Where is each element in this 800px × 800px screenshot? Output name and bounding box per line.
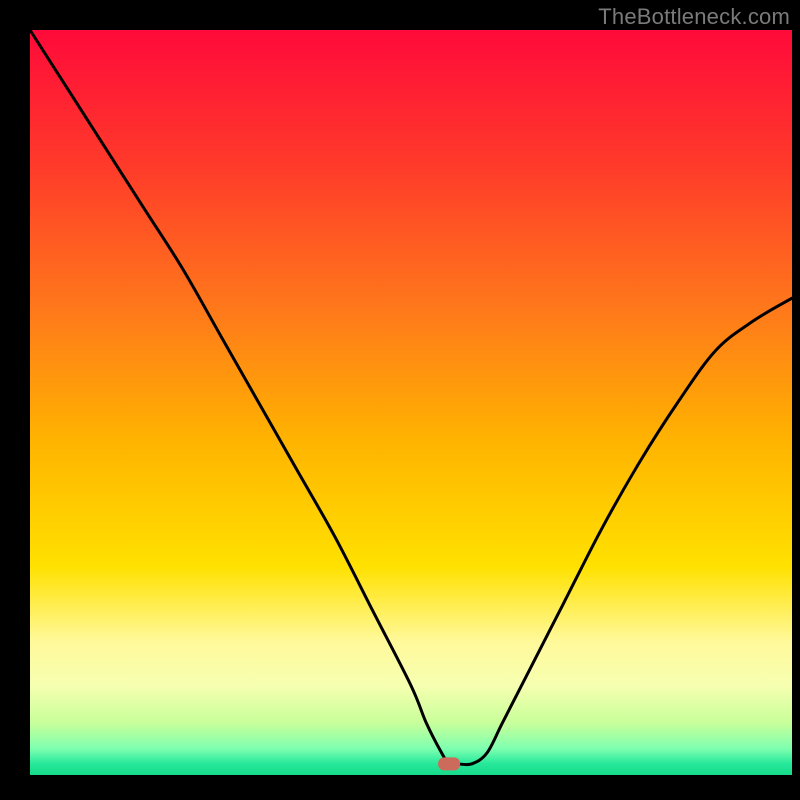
chart-frame: { "watermark": "TheBottleneck.com", "col… [0,0,800,800]
optimal-marker [438,757,460,770]
watermark-text: TheBottleneck.com [598,4,790,30]
bottleneck-chart [0,0,800,800]
